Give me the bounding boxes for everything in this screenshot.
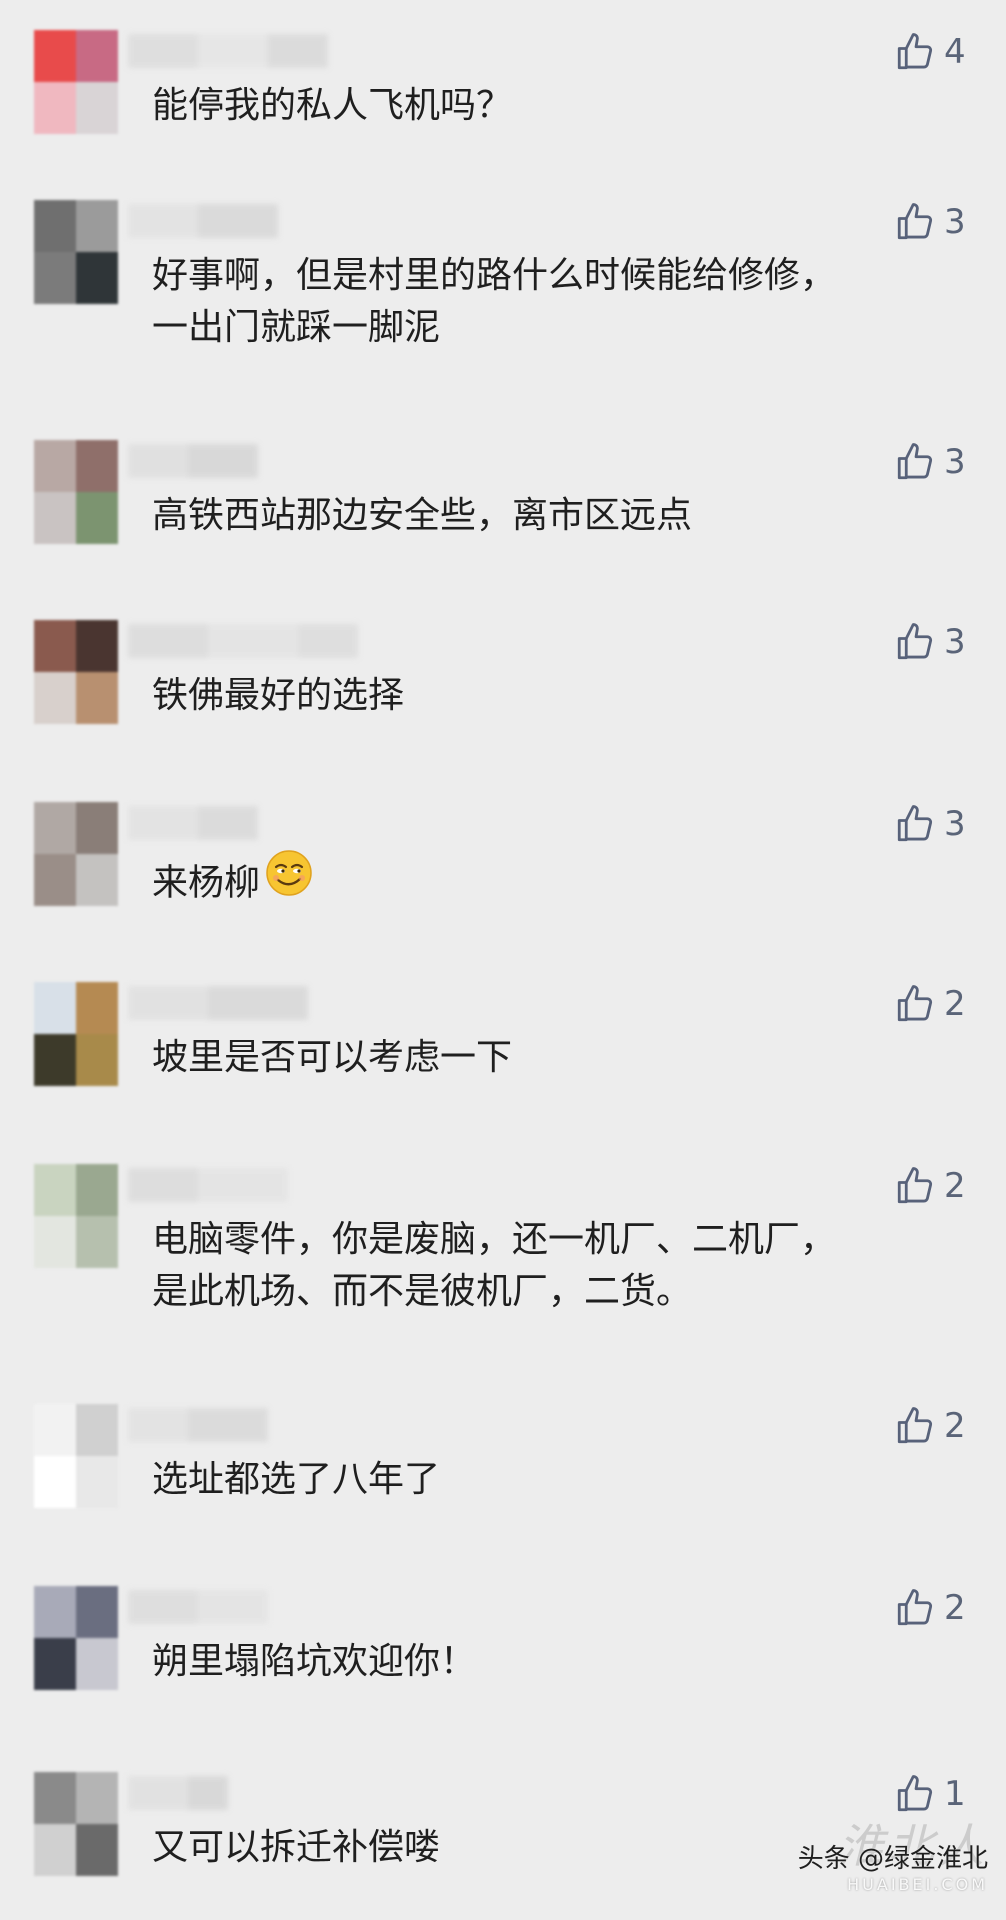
thumbs-up-icon bbox=[897, 1775, 933, 1812]
watermark-label: 头条 @绿金淮北 bbox=[797, 1844, 988, 1874]
username-blurred[interactable] bbox=[128, 624, 358, 658]
like-button[interactable]: 2 bbox=[894, 982, 968, 1026]
comment-text: 能停我的私人飞机吗？ bbox=[152, 85, 513, 126]
comment-text: 来杨柳 bbox=[152, 850, 942, 917]
like-count: 3 bbox=[944, 804, 966, 844]
like-count: 2 bbox=[944, 984, 966, 1024]
comment-text: 铁佛最好的选择 bbox=[152, 675, 405, 716]
comment-text: 选址都选了八年了 bbox=[152, 1459, 441, 1500]
like-button[interactable]: 3 bbox=[894, 620, 968, 664]
watermark: 淮北人 头条 @绿金淮北 HUAIBEI.COM bbox=[797, 1819, 988, 1894]
thumbs-up-icon bbox=[897, 203, 933, 240]
avatar[interactable] bbox=[34, 982, 118, 1086]
thumbs-up-icon bbox=[897, 1407, 933, 1444]
like-count: 4 bbox=[944, 32, 966, 72]
like-button[interactable]: 3 bbox=[894, 440, 968, 484]
thumbs-up-icon bbox=[897, 1167, 933, 1204]
username-blurred[interactable] bbox=[128, 34, 358, 68]
comment-text: 朔里塌陷坑欢迎你！ bbox=[152, 1641, 477, 1682]
watermark-site: HUAIBEI.COM bbox=[847, 1875, 988, 1894]
like-count: 2 bbox=[944, 1166, 966, 1206]
username-blurred[interactable] bbox=[128, 1776, 358, 1810]
comment-text: 好事啊，但是村里的路什么时候能给修修， 一出门就踩一脚泥 bbox=[152, 255, 837, 348]
avatar[interactable] bbox=[34, 440, 118, 544]
like-count: 3 bbox=[944, 442, 966, 482]
like-button[interactable]: 3 bbox=[894, 802, 968, 846]
thumbs-up-icon bbox=[897, 33, 933, 70]
comment-text: 高铁西站那边安全些，离市区远点 bbox=[152, 495, 693, 536]
avatar[interactable] bbox=[34, 200, 118, 304]
avatar[interactable] bbox=[34, 802, 118, 906]
like-count: 3 bbox=[944, 622, 966, 662]
like-button[interactable]: 2 bbox=[894, 1404, 968, 1448]
like-count: 2 bbox=[944, 1406, 966, 1446]
like-count: 2 bbox=[944, 1588, 966, 1628]
avatar[interactable] bbox=[34, 1164, 118, 1268]
thumbs-up-icon bbox=[897, 1589, 933, 1626]
thumbs-up-icon bbox=[897, 623, 933, 660]
username-blurred[interactable] bbox=[128, 806, 358, 840]
like-button[interactable]: 3 bbox=[894, 200, 968, 244]
username-blurred[interactable] bbox=[128, 444, 358, 478]
comment-text: 电脑零件，你是废脑，还一机厂、二机厂， 是此机场、而不是彼机厂，二货。 bbox=[152, 1219, 837, 1312]
like-button[interactable]: 2 bbox=[894, 1164, 968, 1208]
username-blurred[interactable] bbox=[128, 1168, 358, 1202]
like-count: 3 bbox=[944, 202, 966, 242]
smirk-emoji-icon bbox=[264, 848, 314, 913]
thumbs-up-icon bbox=[897, 443, 933, 480]
thumbs-up-icon bbox=[897, 985, 933, 1022]
like-button[interactable]: 2 bbox=[894, 1586, 968, 1630]
comment-text-content: 来杨柳 bbox=[152, 862, 261, 904]
username-blurred[interactable] bbox=[128, 986, 358, 1020]
username-blurred[interactable] bbox=[128, 1408, 358, 1442]
like-count: 1 bbox=[944, 1774, 966, 1814]
avatar[interactable] bbox=[34, 1772, 118, 1876]
username-blurred[interactable] bbox=[128, 204, 358, 238]
avatar[interactable] bbox=[34, 1404, 118, 1508]
thumbs-up-icon bbox=[897, 805, 933, 842]
username-blurred[interactable] bbox=[128, 1590, 358, 1624]
comment-text: 坡里是否可以考虑一下 bbox=[152, 1037, 513, 1078]
like-button[interactable]: 4 bbox=[894, 30, 968, 74]
avatar[interactable] bbox=[34, 1586, 118, 1690]
avatar[interactable] bbox=[34, 30, 118, 134]
avatar[interactable] bbox=[34, 620, 118, 724]
comment-list: 能停我的私人飞机吗？ 4 好事啊，但是村里的路什么时候能给修修， 一出门就踩一脚… bbox=[0, 0, 1006, 1920]
